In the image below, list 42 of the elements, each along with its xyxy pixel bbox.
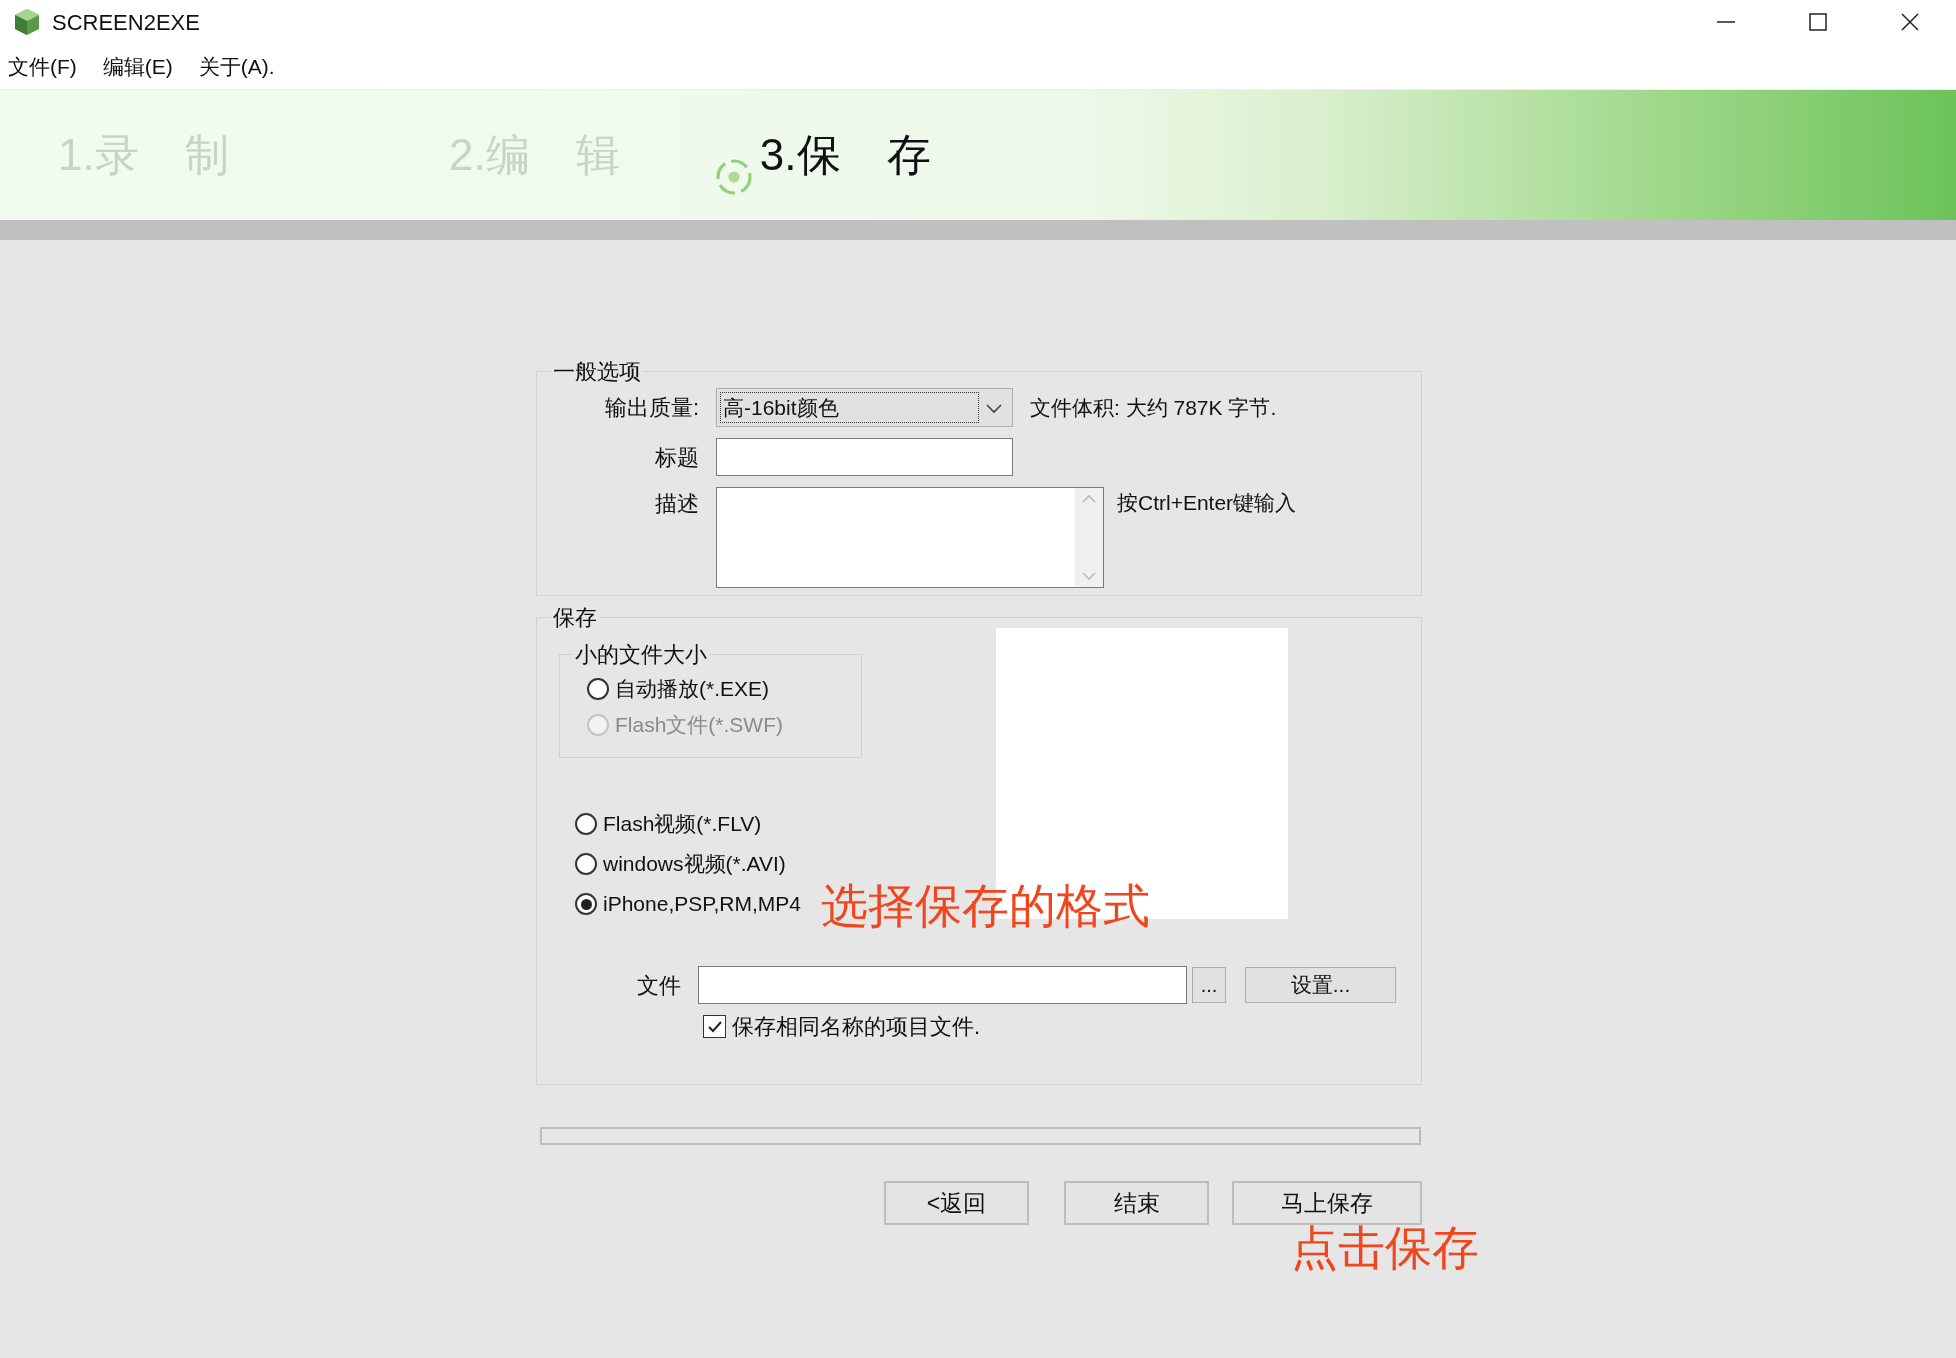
chevron-down-icon [985, 401, 1003, 414]
close-icon [1900, 12, 1920, 32]
settings-button[interactable]: 设置... [1245, 967, 1396, 1003]
scrollbar[interactable] [1075, 488, 1103, 587]
back-button[interactable]: <返回 [884, 1181, 1029, 1225]
radio-indicator[interactable] [575, 853, 597, 875]
group-title: 保存 [552, 604, 598, 632]
description-field[interactable] [716, 487, 1104, 588]
file-size-text: 文件体积: 大约 787K 字节. [1030, 394, 1278, 421]
menu-item[interactable]: 关于(A). [196, 50, 277, 83]
chevron-up-icon [1082, 494, 1096, 504]
quality-dropdown[interactable]: 高-16bit颜色 [716, 388, 1013, 427]
annotation-text: 选择保存的格式 [821, 882, 1150, 929]
minimize-icon [1717, 21, 1735, 23]
field-label: 文件 [636, 971, 681, 1000]
radio-button[interactable]: Flash视频(*.FLV) [575, 806, 762, 842]
window-title: SCREEN2EXE [52, 8, 200, 37]
wizard-step: 3.保 存 [759, 122, 931, 188]
save-now-button[interactable]: 马上保存 [1232, 1181, 1422, 1225]
radio-button[interactable]: windows视频(*.AVI) [575, 846, 786, 882]
title-field[interactable] [716, 438, 1013, 476]
hint-text: 按Ctrl+Enter键输入 [1117, 490, 1297, 516]
menu-item[interactable]: 编辑(E) [100, 50, 175, 83]
finish-button[interactable]: 结束 [1064, 1181, 1209, 1225]
app-icon [12, 7, 42, 37]
file-path-field[interactable] [698, 966, 1187, 1004]
group-title: 小的文件大小 [574, 641, 708, 669]
radio-button[interactable]: 自动播放(*.EXE) [587, 671, 769, 707]
radio-indicator[interactable] [575, 813, 597, 835]
maximize-icon [1808, 12, 1828, 32]
group-title: 一般选项 [552, 358, 642, 386]
chevron-down-icon [1082, 571, 1096, 581]
checkbox[interactable]: 保存相同名称的项目文件. [703, 1010, 1421, 1043]
radio-button[interactable]: iPhone,PSP,RM,MP4 [575, 886, 802, 922]
field-label: 标题 [654, 443, 699, 472]
radio-indicator[interactable] [575, 893, 597, 915]
menu-item[interactable]: 文件(F) [6, 50, 79, 83]
field-label: 输出质量: [603, 394, 699, 422]
field-label: 描述 [654, 490, 699, 518]
browse-button[interactable]: ... [1192, 967, 1226, 1003]
radio-indicator[interactable] [587, 678, 609, 700]
annotation-text: 点击保存 [1291, 1224, 1479, 1271]
